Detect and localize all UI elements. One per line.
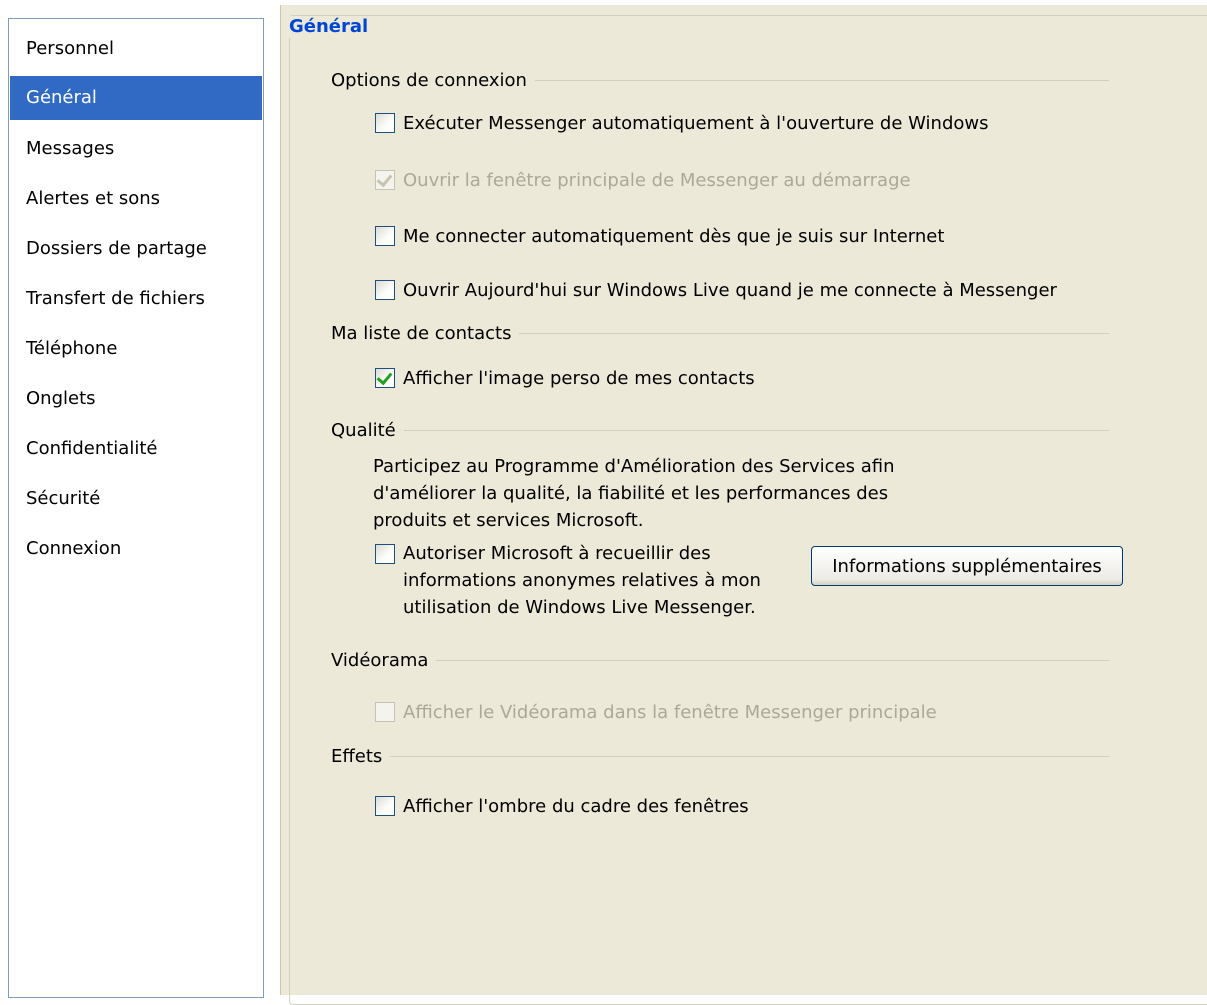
sidebar-item-transfert-de-fichiers[interactable]: Transfert de fichiers xyxy=(10,277,262,321)
section-label: Vidéorama xyxy=(331,649,429,671)
option-auto-signin[interactable]: Me connecter automatiquement dès que je … xyxy=(375,225,944,249)
section-label: Qualité xyxy=(331,419,396,441)
auto-signin-checkbox[interactable] xyxy=(375,226,395,246)
section-label: Options de connexion xyxy=(331,69,527,91)
section-divider xyxy=(390,755,1109,757)
category-list[interactable]: Personnel Général Messages Alertes et so… xyxy=(8,18,264,998)
option-label: Me connecter automatiquement dès que je … xyxy=(403,226,945,247)
option-run-at-startup[interactable]: Exécuter Messenger automatiquement à l'o… xyxy=(375,112,989,136)
section-label: Effets xyxy=(331,745,383,767)
sidebar-item-messages[interactable]: Messages xyxy=(10,127,262,171)
section-label: Ma liste de contacts xyxy=(331,322,512,344)
sidebar-item-dossiers-de-partage[interactable]: Dossiers de partage xyxy=(10,227,262,271)
sidebar-item-confidentialite[interactable]: Confidentialité xyxy=(10,427,262,471)
settings-panel: Général Options de connexion Exécuter Me… xyxy=(280,5,1207,1005)
section-effets: Effets xyxy=(331,744,1109,768)
section-divider xyxy=(403,429,1109,431)
section-ma-liste-de-contacts: Ma liste de contacts xyxy=(331,321,1109,345)
section-qualite: Qualité xyxy=(331,418,1109,442)
open-today-checkbox[interactable] xyxy=(375,280,395,300)
section-options-de-connexion: Options de connexion xyxy=(331,68,1109,92)
option-label: Exécuter Messenger automatiquement à l'o… xyxy=(403,113,989,134)
open-main-window-checkbox[interactable] xyxy=(375,170,395,190)
sidebar-item-personnel[interactable]: Personnel xyxy=(10,27,262,71)
sidebar-item-onglets[interactable]: Onglets xyxy=(10,377,262,421)
option-show-videorama[interactable]: Afficher le Vidéorama dans la fenêtre Me… xyxy=(375,701,937,725)
option-show-contact-pictures[interactable]: Afficher l'image perso de mes contacts xyxy=(375,367,755,391)
option-open-today[interactable]: Ouvrir Aujourd'hui sur Windows Live quan… xyxy=(375,279,1057,303)
page-title: Général xyxy=(285,16,373,38)
window-shadow-checkbox[interactable] xyxy=(375,796,395,816)
sidebar-item-securite[interactable]: Sécurité xyxy=(10,477,262,521)
more-information-button[interactable]: Informations supplémentaires xyxy=(811,546,1123,586)
option-label: Afficher le Vidéorama dans la fenêtre Me… xyxy=(403,702,937,723)
option-allow-data-collection[interactable]: Autoriser Microsoft à recueillir des inf… xyxy=(375,543,793,621)
option-window-shadow[interactable]: Afficher l'ombre du cadre des fenêtres xyxy=(375,795,749,819)
sidebar-item-telephone[interactable]: Téléphone xyxy=(10,327,262,371)
show-videorama-checkbox[interactable] xyxy=(375,702,395,722)
sidebar-item-alertes-et-sons[interactable]: Alertes et sons xyxy=(10,177,262,221)
option-label: Ouvrir la fenêtre principale de Messenge… xyxy=(403,170,911,191)
allow-data-collection-checkbox[interactable] xyxy=(375,544,395,564)
section-divider xyxy=(436,659,1109,661)
section-videorama: Vidéorama xyxy=(331,648,1109,672)
option-open-main-window[interactable]: Ouvrir la fenêtre principale de Messenge… xyxy=(375,169,911,193)
quality-description: Participez au Programme d'Amélioration d… xyxy=(373,456,895,531)
option-label: Autoriser Microsoft à recueillir des inf… xyxy=(403,543,761,618)
section-divider xyxy=(534,79,1109,81)
sidebar-item-general[interactable]: Général xyxy=(10,76,262,120)
option-label: Ouvrir Aujourd'hui sur Windows Live quan… xyxy=(403,280,1057,301)
show-contact-pictures-checkbox[interactable] xyxy=(375,368,395,388)
sidebar-item-connexion[interactable]: Connexion xyxy=(10,527,262,571)
run-at-startup-checkbox[interactable] xyxy=(375,113,395,133)
section-divider xyxy=(519,332,1109,334)
option-label: Afficher l'image perso de mes contacts xyxy=(403,368,755,389)
option-label: Afficher l'ombre du cadre des fenêtres xyxy=(403,796,749,817)
